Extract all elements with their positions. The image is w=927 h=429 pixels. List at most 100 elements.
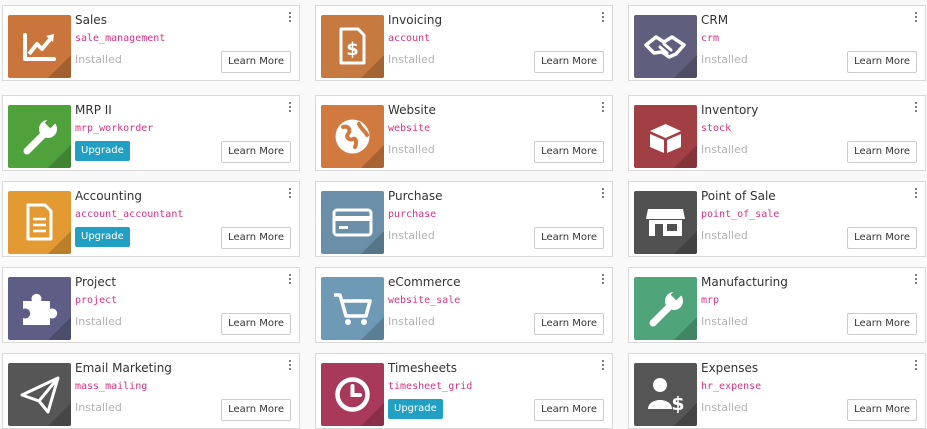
kebab-menu-icon[interactable]	[600, 101, 606, 113]
learn-more-button[interactable]: Learn More	[847, 313, 917, 335]
kebab-menu-icon[interactable]	[600, 273, 606, 285]
app-name: eCommerce	[388, 275, 461, 289]
app-icon-tile	[8, 191, 71, 254]
installed-status: Installed	[75, 53, 122, 66]
learn-more-button[interactable]: Learn More	[534, 399, 604, 421]
app-name: CRM	[701, 13, 729, 27]
kebab-menu-icon[interactable]	[287, 187, 293, 199]
learn-more-button[interactable]: Learn More	[221, 313, 291, 335]
learn-more-button[interactable]: Learn More	[221, 141, 291, 163]
installed-status: Installed	[75, 401, 122, 414]
puzzle-icon	[23, 293, 71, 340]
kebab-menu-icon[interactable]	[287, 11, 293, 23]
installed-status: Installed	[701, 143, 748, 156]
wrench-icon	[23, 115, 71, 168]
app-technical-name: mass_mailing	[75, 381, 148, 392]
app-icon-tile	[321, 191, 384, 254]
app-card-ecommerce: eCommerce website_sale Installed Learn More	[315, 267, 613, 343]
app-name: MRP II	[75, 103, 112, 117]
app-card-purchase: Purchase purchase Installed Learn More	[315, 181, 613, 257]
kebab-menu-icon[interactable]	[913, 273, 919, 285]
svg-text:$: $	[671, 393, 684, 415]
learn-more-button[interactable]: Learn More	[534, 141, 604, 163]
app-technical-name: project	[75, 295, 118, 306]
app-card-expenses: $ Expenses hr_expense Installed Learn More	[628, 353, 926, 429]
app-name: Sales	[75, 13, 107, 27]
package-box-icon	[650, 124, 697, 168]
app-icon-tile	[634, 105, 697, 168]
globe-icon	[335, 119, 384, 168]
app-name: Purchase	[388, 189, 443, 203]
app-name: Expenses	[701, 361, 759, 375]
app-technical-name: point_of_sale	[701, 209, 780, 220]
credit-card-icon	[332, 208, 384, 254]
learn-more-button[interactable]: Learn More	[847, 51, 917, 73]
app-icon-tile	[634, 191, 697, 254]
installed-status: Installed	[75, 315, 122, 328]
learn-more-button[interactable]: Learn More	[847, 399, 917, 421]
invoice-dollar-icon: $	[339, 27, 384, 78]
kebab-menu-icon[interactable]	[600, 359, 606, 371]
app-technical-name: purchase	[388, 209, 437, 220]
learn-more-button[interactable]: Learn More	[534, 227, 604, 249]
app-icon-tile	[321, 277, 384, 340]
learn-more-button[interactable]: Learn More	[221, 399, 291, 421]
app-name: Inventory	[701, 103, 759, 117]
app-icon-tile	[634, 277, 697, 340]
learn-more-button[interactable]: Learn More	[221, 51, 291, 73]
kebab-menu-icon[interactable]	[287, 273, 293, 285]
app-card-invoicing: $ Invoicing account Installed Learn More	[315, 5, 613, 81]
app-card-website: Website website Installed Learn More	[315, 95, 613, 171]
app-technical-name: website_sale	[388, 295, 461, 306]
installed-status: Installed	[388, 315, 435, 328]
document-icon	[26, 203, 71, 254]
app-technical-name: account_accountant	[75, 209, 184, 220]
app-technical-name: website	[388, 123, 431, 134]
app-icon-tile: $	[634, 363, 697, 426]
sales-chart-icon	[23, 33, 71, 78]
shopping-cart-icon	[334, 293, 384, 340]
kebab-menu-icon[interactable]	[913, 101, 919, 113]
app-icon-tile	[8, 363, 71, 426]
app-card-sales: Sales sale_management Installed Learn More	[2, 5, 300, 81]
app-technical-name: stock	[701, 123, 732, 134]
app-card-mrp-ii: MRP II mrp_workorder Upgrade Learn More	[2, 95, 300, 171]
upgrade-button[interactable]: Upgrade	[75, 227, 130, 247]
app-name: Project	[75, 275, 117, 289]
learn-more-button[interactable]: Learn More	[534, 313, 604, 335]
installed-status: Installed	[701, 229, 748, 242]
kebab-menu-icon[interactable]	[600, 11, 606, 23]
app-technical-name: account	[388, 33, 431, 44]
app-icon-tile	[8, 15, 71, 78]
app-name: Website	[388, 103, 436, 117]
app-card-manufacturing: Manufacturing mrp Installed Learn More	[628, 267, 926, 343]
paper-plane-icon	[20, 376, 71, 426]
app-technical-name: mrp_workorder	[75, 123, 154, 134]
kebab-menu-icon[interactable]	[600, 187, 606, 199]
app-name: Accounting	[75, 189, 143, 203]
kebab-menu-icon[interactable]	[913, 359, 919, 371]
app-icon-tile: $	[321, 15, 384, 78]
app-icon-tile	[321, 105, 384, 168]
learn-more-button[interactable]: Learn More	[847, 227, 917, 249]
app-technical-name: mrp	[701, 295, 720, 306]
learn-more-button[interactable]: Learn More	[221, 227, 291, 249]
learn-more-button[interactable]: Learn More	[534, 51, 604, 73]
app-icon-tile	[8, 105, 71, 168]
upgrade-button[interactable]: Upgrade	[388, 399, 443, 419]
app-technical-name: hr_expense	[701, 381, 762, 392]
app-icon-tile	[8, 277, 71, 340]
kebab-menu-icon[interactable]	[913, 11, 919, 23]
installed-status: Installed	[701, 53, 748, 66]
app-technical-name: crm	[701, 33, 720, 44]
app-icon-tile	[321, 363, 384, 426]
kebab-menu-icon[interactable]	[287, 359, 293, 371]
app-card-crm: CRM crm Installed Learn More	[628, 5, 926, 81]
upgrade-button[interactable]: Upgrade	[75, 141, 130, 161]
wrench-icon	[649, 287, 697, 340]
shop-icon	[646, 209, 697, 254]
kebab-menu-icon[interactable]	[287, 101, 293, 113]
installed-status: Installed	[388, 53, 435, 66]
kebab-menu-icon[interactable]	[913, 187, 919, 199]
learn-more-button[interactable]: Learn More	[847, 141, 917, 163]
